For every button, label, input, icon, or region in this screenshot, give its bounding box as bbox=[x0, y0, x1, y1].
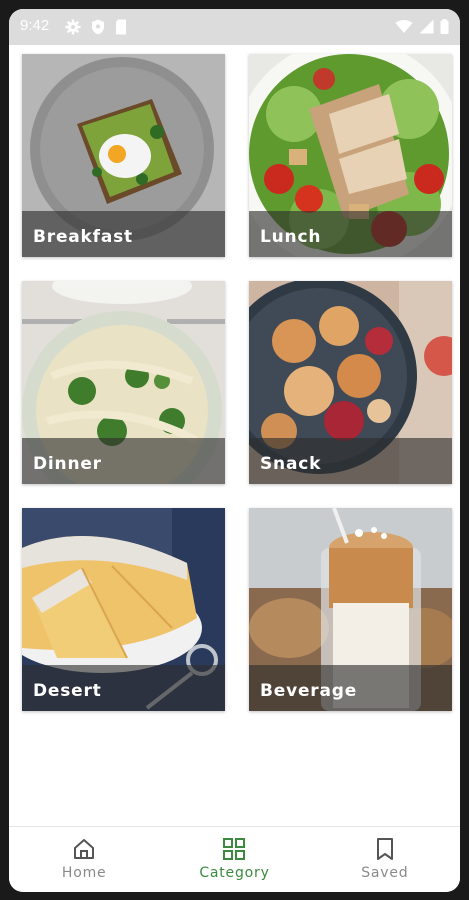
nav-label: Category bbox=[199, 865, 270, 881]
category-label: Dinner bbox=[33, 454, 102, 474]
signal-icon bbox=[419, 19, 434, 34]
sd-card-icon bbox=[116, 19, 126, 35]
category-label: Snack bbox=[260, 454, 322, 474]
category-tile-dinner[interactable]: Dinner bbox=[22, 281, 225, 484]
category-grid: Breakfast Lunch Dinner Snack Desert Beve… bbox=[22, 54, 452, 711]
category-tile-desert[interactable]: Desert bbox=[22, 508, 225, 711]
category-tile-snack[interactable]: Snack bbox=[249, 281, 452, 484]
category-label: Lunch bbox=[260, 227, 322, 247]
grid-icon bbox=[223, 838, 246, 860]
status-time: 9:42 bbox=[20, 17, 50, 34]
category-tile-beverage[interactable]: Beverage bbox=[249, 508, 452, 711]
nav-label: Saved bbox=[361, 865, 409, 881]
app-screen: 9:42 Breakfast Lunch Dinner Snack Desert… bbox=[9, 9, 460, 892]
bookmark-icon bbox=[376, 838, 393, 860]
category-tile-breakfast[interactable]: Breakfast bbox=[22, 54, 225, 257]
category-label: Desert bbox=[33, 681, 102, 701]
status-bar: 9:42 bbox=[9, 9, 460, 45]
nav-item-saved[interactable]: Saved bbox=[310, 827, 460, 892]
category-tile-lunch[interactable]: Lunch bbox=[249, 54, 452, 257]
category-label: Breakfast bbox=[33, 227, 133, 247]
status-right-icons bbox=[395, 19, 449, 34]
nav-label: Home bbox=[61, 865, 107, 881]
category-label: Beverage bbox=[260, 681, 358, 701]
home-icon bbox=[74, 839, 95, 859]
nav-item-home[interactable]: Home bbox=[9, 827, 159, 892]
nav-item-category[interactable]: Category bbox=[159, 827, 309, 892]
shield-icon bbox=[92, 19, 104, 35]
bottom-nav: Home Category Saved bbox=[9, 826, 460, 892]
status-left-icons bbox=[65, 19, 127, 35]
gear-icon bbox=[65, 19, 81, 35]
wifi-icon bbox=[395, 20, 413, 33]
battery-icon bbox=[440, 19, 449, 34]
